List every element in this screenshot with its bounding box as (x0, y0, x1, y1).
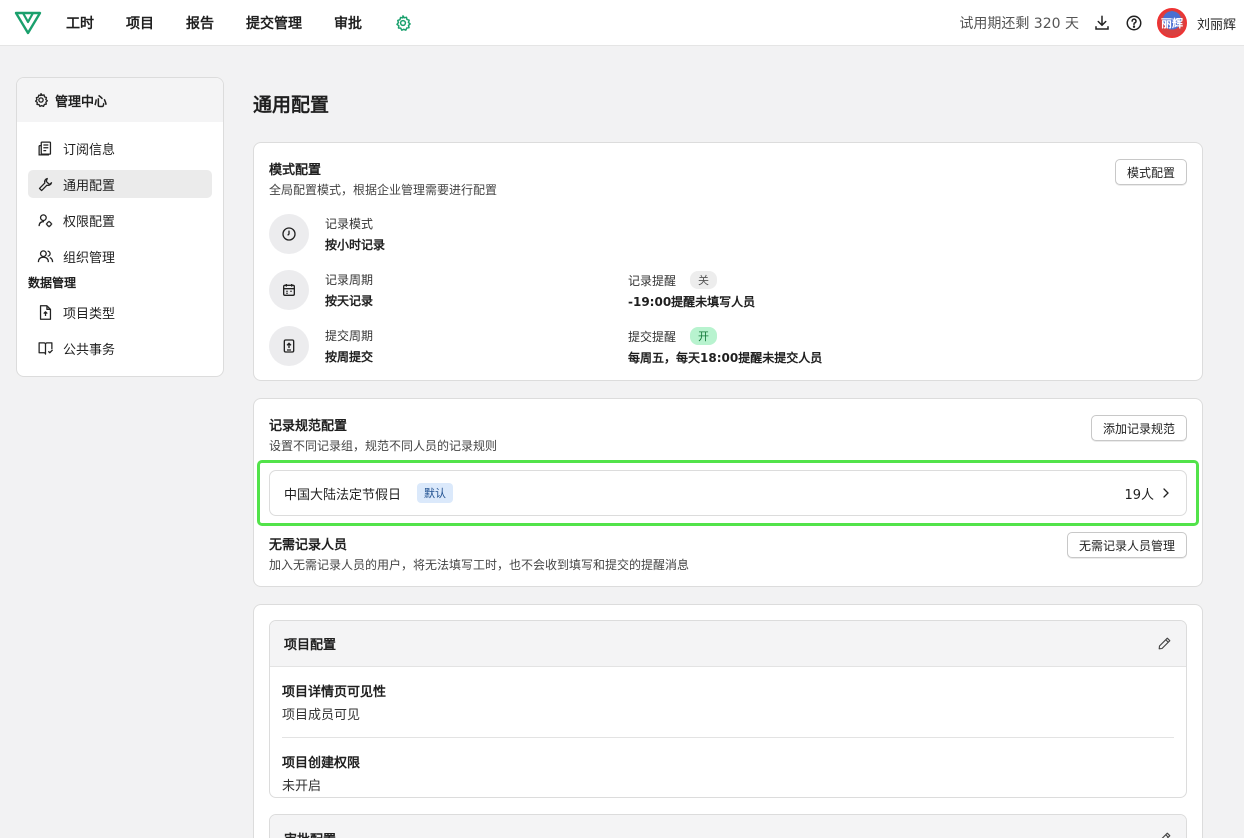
mode-config-title: 模式配置 (269, 163, 322, 178)
mode-config-button[interactable]: 模式配置 (1114, 159, 1187, 185)
help-icon[interactable] (1125, 14, 1143, 32)
record-reminder-label: 记录提醒 (628, 273, 677, 288)
main-nav: 工时 项目 报告 提交管理 审批 (66, 0, 412, 46)
nav-submission[interactable]: 提交管理 (246, 13, 302, 33)
nav-projects[interactable]: 项目 (126, 13, 154, 33)
nav-reports[interactable]: 报告 (186, 13, 214, 33)
sidebar-item-public-affairs[interactable]: 公共事务 (28, 334, 212, 362)
mode-config-card: 模式配置 全局配置模式，根据企业管理需要进行配置 模式配置 记录模式 按小时记录… (253, 142, 1203, 381)
record-period-value: 按天记录 (325, 294, 374, 308)
project-create-permission-title: 项目创建权限 (282, 756, 361, 771)
upload-doc-icon (283, 339, 295, 353)
record-mode-row: 记录模式 按小时记录 (269, 214, 385, 254)
avatar-text: 丽辉 (1160, 17, 1183, 30)
gear-icon[interactable] (394, 14, 412, 32)
sidebar-item-label: 权限配置 (63, 214, 116, 230)
record-mode-label: 记录模式 (325, 217, 374, 231)
nav-timesheet[interactable]: 工时 (66, 13, 94, 33)
calendar-icon (283, 284, 295, 296)
approval-config-title: 审批配置 (284, 829, 336, 838)
default-badge: 默认 (417, 483, 454, 503)
edit-icon[interactable] (1157, 636, 1172, 651)
wrench-icon (38, 177, 53, 191)
sidebar-item-label: 通用配置 (63, 178, 116, 194)
gear-icon (35, 93, 48, 108)
project-detail-visibility-value: 项目成员可见 (282, 708, 361, 723)
edit-icon[interactable] (1157, 831, 1172, 838)
rule-count-text: 19人 (1124, 487, 1154, 503)
sidebar-item-project-types[interactable]: 项目类型 (28, 298, 212, 326)
sidebar-title: 管理中心 (55, 94, 108, 110)
approval-config-header: 审批配置 (270, 815, 1186, 838)
submit-reminder-label: 提交提醒 (628, 329, 677, 344)
sidebar-item-permissions[interactable]: 权限配置 (28, 206, 212, 234)
top-bar: 工时 项目 报告 提交管理 审批 试用期还剩 320 天 丽辉 刘丽辉 (0, 0, 1244, 46)
sidebar-item-label: 公共事务 (63, 342, 116, 358)
record-reminder-value: -19:00提醒未填写人员 (628, 294, 756, 309)
page-title: 通用配置 (253, 94, 330, 116)
sidebar-item-organization[interactable]: 组织管理 (28, 242, 212, 270)
chevron-right-icon (1163, 488, 1169, 498)
submit-period-label: 提交周期 (325, 329, 374, 343)
book-icon (38, 341, 54, 355)
download-icon[interactable] (1093, 14, 1111, 32)
file-icon (39, 304, 52, 320)
record-period-row: 记录周期 按天记录 记录提醒关 -19:00提醒未填写人员 (269, 270, 1169, 310)
exempt-desc: 加入无需记录人员的用户，将无法填写工时，也不会收到填写和提交的提醒消息 (269, 558, 690, 572)
nav-approval[interactable]: 审批 (334, 13, 362, 33)
record-rule-desc: 设置不同记录组，规范不同人员的记录规则 (269, 439, 498, 453)
trial-remaining: 试用期还剩 320 天 (959, 16, 1079, 32)
sidebar-item-label: 订阅信息 (63, 142, 116, 158)
submit-reminder-status-badge: 开 (690, 326, 718, 345)
record-mode-value: 按小时记录 (325, 238, 386, 252)
sidebar-header: 管理中心 (17, 78, 223, 122)
submit-reminder-value: 每周五，每天18:00提醒未提交人员 (628, 350, 823, 365)
username[interactable]: 刘丽辉 (1197, 14, 1236, 33)
project-config-card: 项目配置 项目详情页可见性 项目成员可见 项目创建权限 未开启 审批配置 (253, 604, 1203, 838)
mode-config-desc: 全局配置模式，根据企业管理需要进行配置 (269, 183, 498, 197)
approval-config-section: 审批配置 (269, 814, 1187, 838)
rule-name: 中国大陆法定节假日 (284, 487, 402, 503)
record-rule-title: 记录规范配置 (269, 419, 348, 434)
project-detail-visibility-title: 项目详情页可见性 (282, 685, 387, 700)
admin-sidebar: 管理中心 订阅信息 通用配置 权限配置 组织管理 数据管理 项目类型 公共事务 (16, 77, 224, 377)
exempt-title: 无需记录人员 (269, 538, 348, 553)
rule-member-count: 19人 (1124, 484, 1172, 503)
submit-period-row: 提交周期 按周提交 提交提醒开 每周五，每天18:00提醒未提交人员 (269, 326, 1169, 366)
sidebar-item-label: 项目类型 (63, 306, 116, 322)
add-record-rule-button[interactable]: 添加记录规范 (1090, 415, 1187, 441)
submit-reminder: 提交提醒开 每周五，每天18:00提醒未提交人员 (628, 326, 823, 366)
sidebar-item-label: 组织管理 (63, 250, 116, 266)
sidebar-section-data: 数据管理 (28, 276, 77, 290)
record-rule-card: 记录规范配置 设置不同记录组，规范不同人员的记录规则 添加记录规范 中国大陆法定… (253, 398, 1203, 587)
sidebar-item-subscription[interactable]: 订阅信息 (28, 134, 212, 162)
project-config-section: 项目配置 项目详情页可见性 项目成员可见 项目创建权限 未开启 (269, 620, 1187, 798)
exempt-manage-button[interactable]: 无需记录人员管理 (1066, 532, 1187, 558)
record-rule-row[interactable]: 中国大陆法定节假日 默认 19人 (269, 470, 1187, 516)
app-logo-icon[interactable] (14, 10, 42, 36)
top-right-area: 试用期还剩 320 天 丽辉 刘丽辉 (959, 0, 1236, 46)
sidebar-item-general[interactable]: 通用配置 (28, 170, 212, 198)
receipt-icon (38, 140, 52, 156)
project-create-permission-value: 未开启 (282, 779, 322, 794)
user-gear-icon (38, 213, 53, 227)
clock-icon-wrap (269, 214, 309, 254)
calendar-icon-wrap (269, 270, 309, 310)
submit-period-value: 按周提交 (325, 350, 374, 364)
submit-icon-wrap (269, 326, 309, 366)
clock-icon (282, 227, 296, 241)
users-icon (37, 249, 54, 262)
project-config-header: 项目配置 (270, 621, 1186, 667)
record-reminder-status-badge: 关 (690, 270, 718, 289)
record-reminder: 记录提醒关 -19:00提醒未填写人员 (628, 270, 756, 310)
avatar[interactable]: 丽辉 (1156, 8, 1187, 38)
project-config-title: 项目配置 (284, 638, 337, 653)
record-period-label: 记录周期 (325, 273, 374, 287)
